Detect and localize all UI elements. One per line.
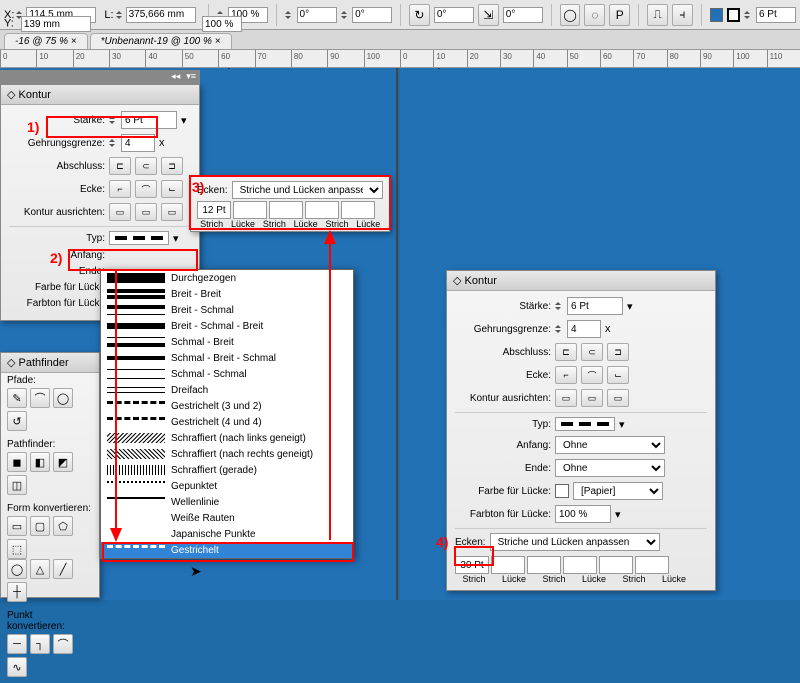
punkt-label: Punkt konvertieren: (7, 610, 93, 632)
pt-corner-icon[interactable]: ┐ (30, 634, 50, 654)
pt-smooth-icon[interactable]: ⌒ (53, 634, 73, 654)
cursor-icon: ➤ (190, 563, 202, 580)
pt-plain-icon[interactable]: ─ (7, 634, 27, 654)
pt-sym-icon[interactable]: ∿ (7, 657, 27, 677)
